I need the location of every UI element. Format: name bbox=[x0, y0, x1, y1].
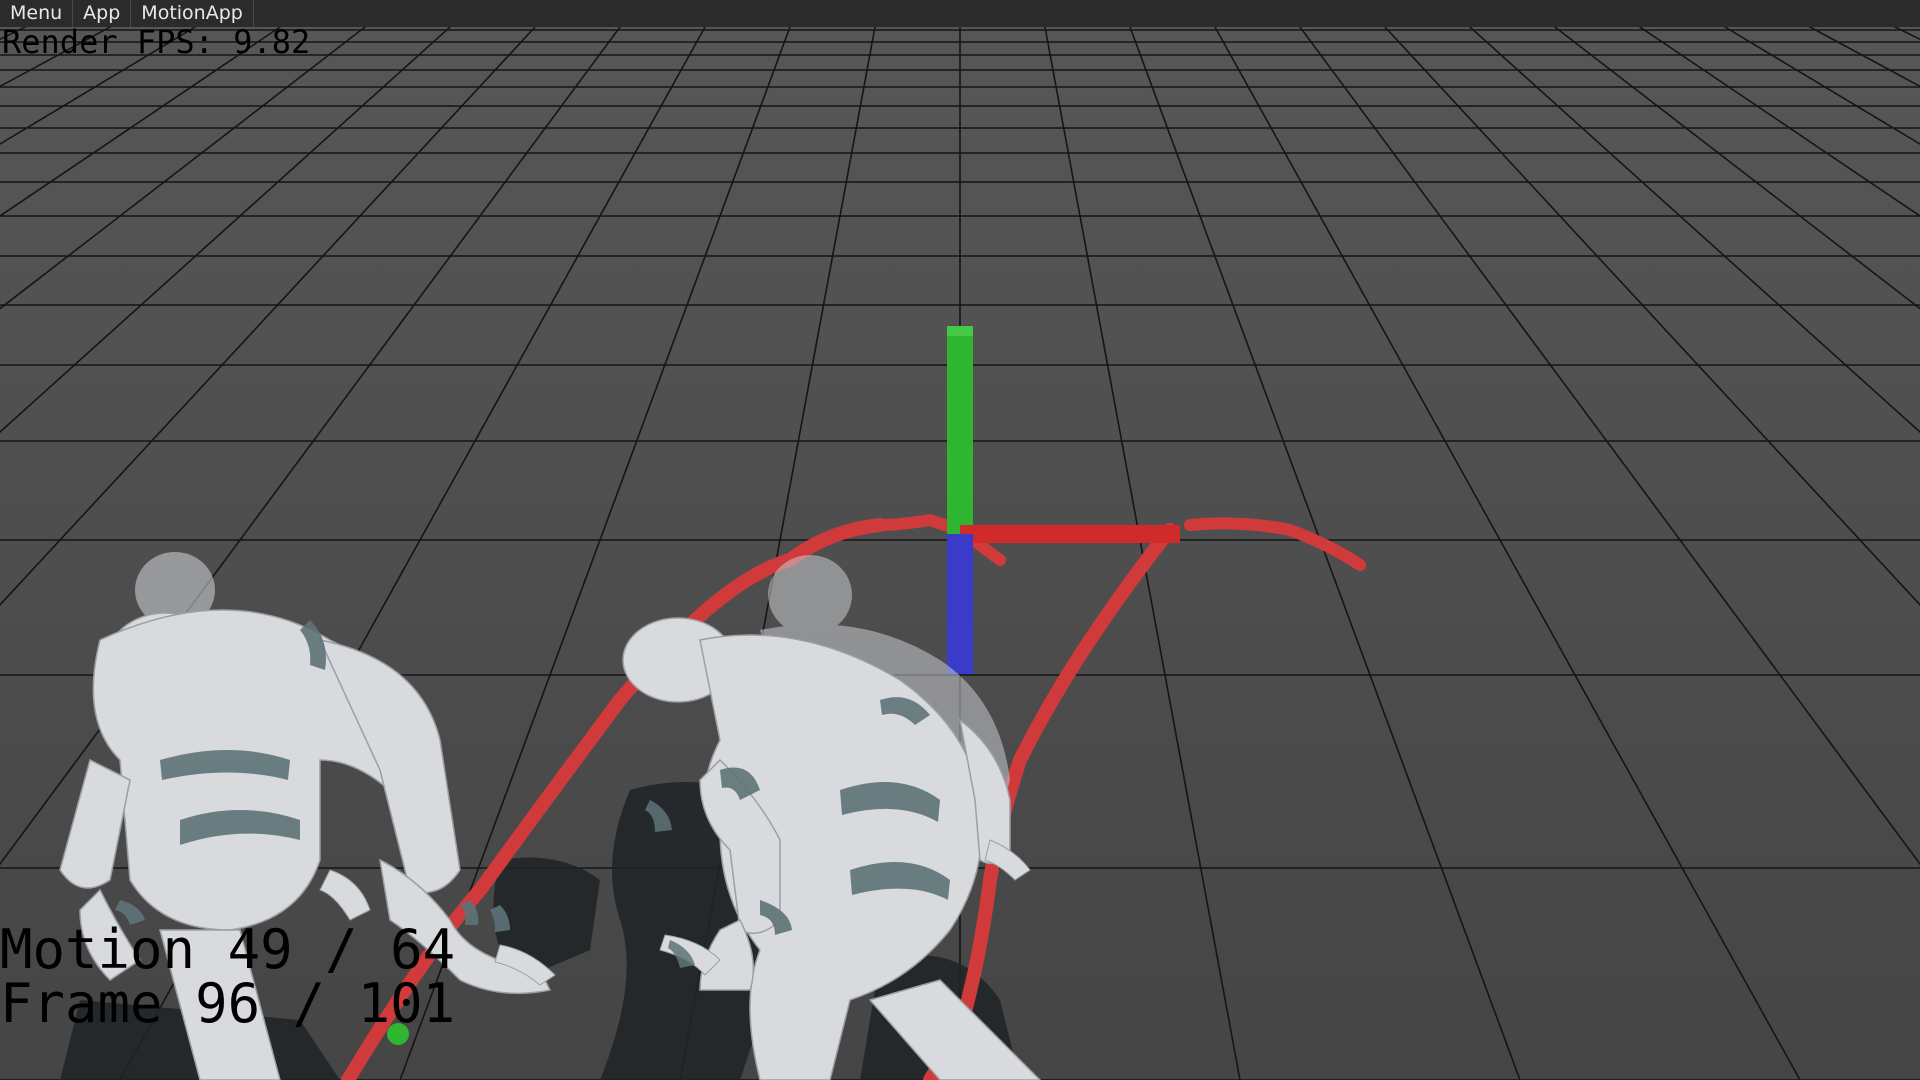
frame-counter: Frame 96 / 101 bbox=[0, 972, 456, 1035]
render-fps-readout: Render FPS: 9.82 bbox=[2, 23, 311, 61]
menu-item-menu[interactable]: Menu bbox=[0, 0, 74, 27]
menu-bar: Menu App MotionApp bbox=[0, 0, 1920, 27]
3d-viewport[interactable]: Render FPS: 9.82 Motion 49 / 64 Frame 96… bbox=[0, 0, 1920, 1080]
motion-counter: Motion 49 / 64 bbox=[0, 918, 456, 981]
menu-item-app[interactable]: App bbox=[73, 0, 132, 27]
menu-item-motionapp[interactable]: MotionApp bbox=[131, 0, 254, 27]
